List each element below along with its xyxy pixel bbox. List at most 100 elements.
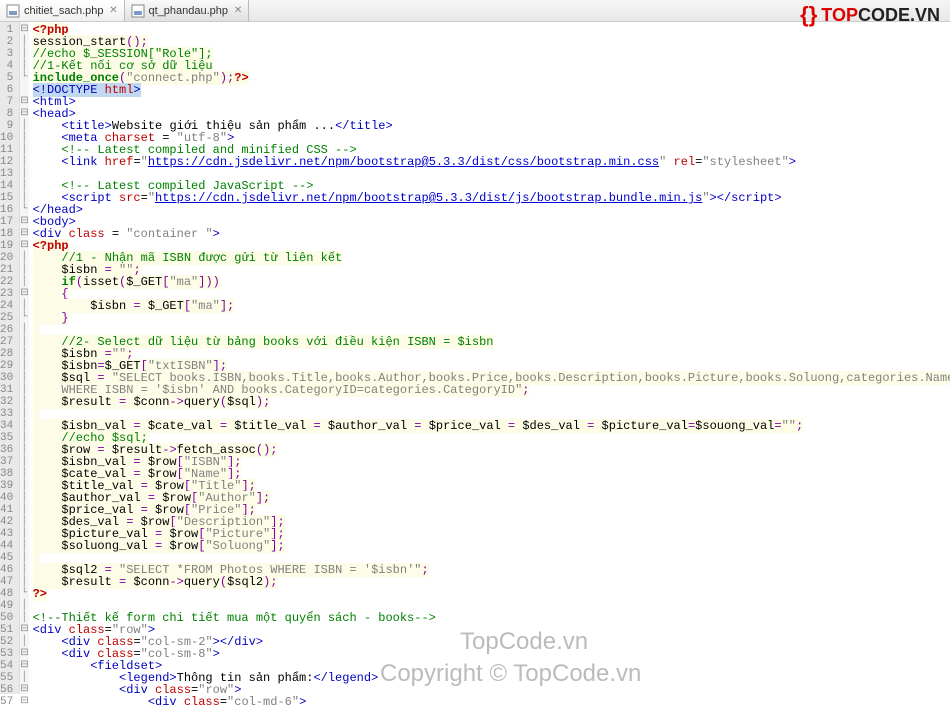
line-number: 40 <box>0 492 13 504</box>
fold-marker: └ <box>20 204 28 216</box>
line-number: 50 <box>0 612 13 624</box>
tab-qt-phandau[interactable]: qt_phandau.php ✕ <box>125 0 250 21</box>
fold-marker: │ <box>20 156 28 168</box>
fold-marker[interactable]: ⊟ <box>20 24 28 36</box>
fold-marker: │ <box>20 444 28 456</box>
fold-marker: │ <box>20 192 28 204</box>
line-number: 28 <box>0 348 13 360</box>
line-number: 27 <box>0 336 13 348</box>
fold-marker: │ <box>20 252 28 264</box>
close-icon[interactable]: ✕ <box>108 5 120 17</box>
line-number: 16 <box>0 204 13 216</box>
line-number: 13 <box>0 168 13 180</box>
fold-marker[interactable]: ⊟ <box>20 216 28 228</box>
line-number: 30 <box>0 372 13 384</box>
fold-marker: │ <box>20 180 28 192</box>
code-line[interactable]: } <box>33 312 950 324</box>
line-number: 53 <box>0 648 13 660</box>
fold-marker: │ <box>20 276 28 288</box>
fold-marker[interactable]: ⊟ <box>20 684 28 696</box>
fold-marker: │ <box>20 408 28 420</box>
code-line[interactable]: <link href="https://cdn.jsdelivr.net/npm… <box>33 156 950 168</box>
fold-marker: │ <box>20 264 28 276</box>
code-line[interactable]: include_once("connect.php");?> <box>33 72 950 84</box>
fold-marker: │ <box>20 480 28 492</box>
line-number: 26 <box>0 324 13 336</box>
code-line[interactable]: <div class="col-sm-8"> <box>33 648 950 660</box>
line-number: 49 <box>0 600 13 612</box>
fold-marker[interactable]: ⊟ <box>20 108 28 120</box>
fold-marker[interactable]: ⊟ <box>20 240 28 252</box>
code-line[interactable]: <div class="col-md-6"> <box>33 696 950 708</box>
line-number: 21 <box>0 264 13 276</box>
code-line[interactable]: <div class = "container "> <box>33 228 950 240</box>
line-number: 25 <box>0 312 13 324</box>
code-line[interactable]: </head> <box>33 204 950 216</box>
line-number: 56 <box>0 684 13 696</box>
fold-marker: │ <box>20 636 28 648</box>
code-line[interactable]: $isbn_val = $cate_val = $title_val = $au… <box>33 420 950 432</box>
line-number: 52 <box>0 636 13 648</box>
fold-marker[interactable]: ⊟ <box>20 228 28 240</box>
fold-marker: │ <box>20 144 28 156</box>
line-number: 15 <box>0 192 13 204</box>
fold-marker[interactable]: ⊟ <box>20 648 28 660</box>
fold-column[interactable]: ⊟│││└⊟⊟│││││││└⊟⊟⊟│││⊟│└││││││││││││││││… <box>20 22 28 694</box>
line-number: 46 <box>0 564 13 576</box>
line-number: 38 <box>0 468 13 480</box>
code-area[interactable]: <?phpsession_start();//echo $_SESSION["R… <box>29 22 950 694</box>
code-line[interactable]: ?> <box>33 588 950 600</box>
fold-marker: │ <box>20 120 28 132</box>
code-line[interactable]: <html> <box>33 96 950 108</box>
fold-marker[interactable]: ⊟ <box>20 288 28 300</box>
fold-marker: │ <box>20 48 28 60</box>
code-line[interactable]: $soluong_val = $row["Soluong"]; <box>33 540 950 552</box>
code-line[interactable]: //2- Select dữ liệu từ bảng books với đi… <box>33 336 950 348</box>
fold-marker: └ <box>20 72 28 84</box>
line-number: 14 <box>0 180 13 192</box>
fold-marker: │ <box>20 492 28 504</box>
close-icon[interactable]: ✕ <box>232 5 244 17</box>
line-number: 45 <box>0 552 13 564</box>
fold-marker[interactable]: ⊟ <box>20 96 28 108</box>
line-number: 34 <box>0 420 13 432</box>
line-number: 32 <box>0 396 13 408</box>
fold-marker: │ <box>20 384 28 396</box>
fold-marker: │ <box>20 600 28 612</box>
fold-marker[interactable]: ⊟ <box>20 660 28 672</box>
fold-marker: │ <box>20 612 28 624</box>
line-number: 33 <box>0 408 13 420</box>
fold-marker[interactable]: ⊟ <box>20 624 28 636</box>
code-editor[interactable]: 1234567891011121314151617181920212223242… <box>0 22 950 694</box>
fold-marker[interactable]: ⊟ <box>20 696 28 708</box>
code-line[interactable]: <script src="https://cdn.jsdelivr.net/np… <box>33 192 950 204</box>
line-number: 24 <box>0 300 13 312</box>
line-number: 47 <box>0 576 13 588</box>
code-line[interactable]: <!DOCTYPE html> <box>33 84 950 96</box>
code-line[interactable]: $result = $conn->query($sql2); <box>33 576 950 588</box>
php-file-icon <box>6 4 20 18</box>
tab-chitiet-sach[interactable]: chitiet_sach.php ✕ <box>0 0 125 21</box>
fold-marker: │ <box>20 60 28 72</box>
line-number: 18 <box>0 228 13 240</box>
code-line[interactable]: $isbn = $_GET["ma"]; <box>33 300 950 312</box>
line-number: 55 <box>0 672 13 684</box>
line-number: 43 <box>0 528 13 540</box>
line-number: 22 <box>0 276 13 288</box>
fold-marker: │ <box>20 372 28 384</box>
code-line[interactable]: <!--Thiết kế form chi tiết mua một quyển… <box>33 612 950 624</box>
line-number: 35 <box>0 432 13 444</box>
fold-marker: │ <box>20 420 28 432</box>
fold-marker: │ <box>20 564 28 576</box>
fold-marker <box>20 84 28 96</box>
code-line[interactable]: //1 - Nhận mã ISBN được gửi từ liên kết <box>33 252 950 264</box>
code-line[interactable]: $result = $conn->query($sql); <box>33 396 950 408</box>
line-number: 6 <box>0 84 13 96</box>
line-number: 1 <box>0 24 13 36</box>
fold-marker: │ <box>20 504 28 516</box>
fold-marker: │ <box>20 552 28 564</box>
fold-marker: │ <box>20 36 28 48</box>
tab-label: qt_phandau.php <box>149 5 229 17</box>
code-line[interactable]: if(isset($_GET["ma"])) <box>33 276 950 288</box>
fold-marker: │ <box>20 324 28 336</box>
